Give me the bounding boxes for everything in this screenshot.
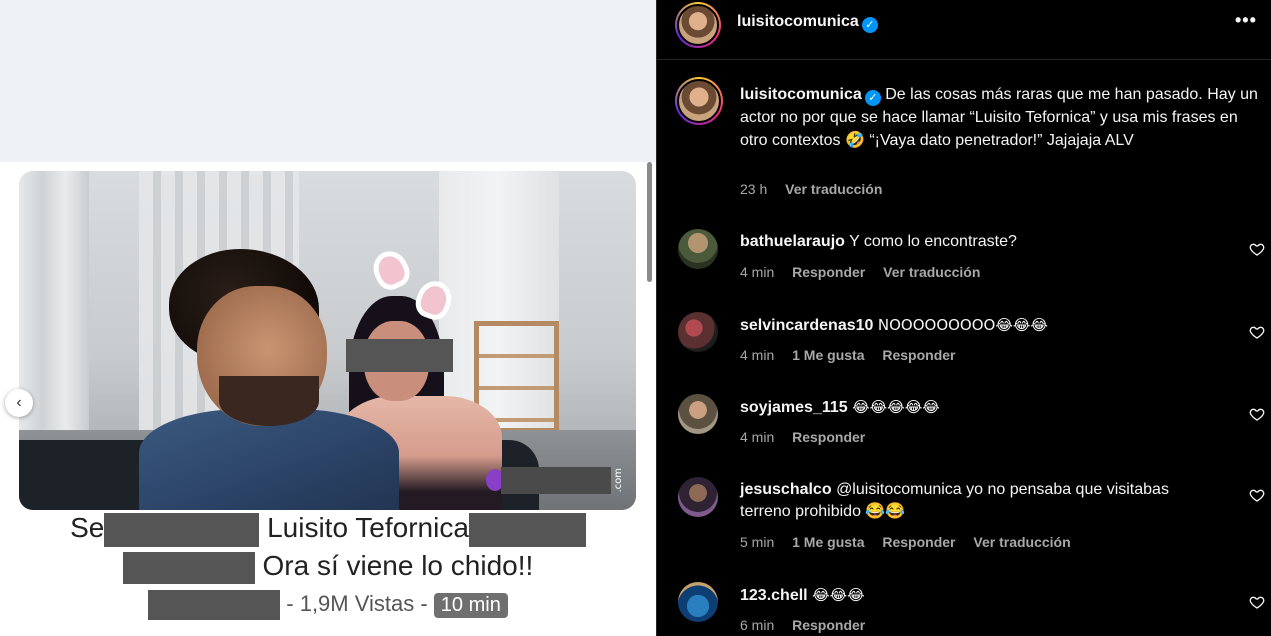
prev-slide-button[interactable]: ‹ (5, 389, 33, 417)
post-header: luisitocomunica ✓ ••• (657, 0, 1271, 60)
bunny-ear (367, 245, 415, 295)
comment-text: bathuelaraujo Y como lo encontraste? (740, 233, 1017, 250)
more-options-icon[interactable]: ••• (1235, 10, 1257, 31)
reply-button[interactable]: Responder (792, 264, 865, 280)
redaction (122, 551, 255, 584)
comment-meta: 4 min 1 Me gusta Responder (740, 347, 970, 363)
commenter-avatar[interactable] (678, 477, 718, 517)
commenter-name[interactable]: bathuelaraujo (740, 233, 845, 250)
reply-button[interactable]: Responder (882, 347, 955, 363)
heart-outline-icon[interactable] (1249, 241, 1265, 257)
comment-text: soyjames_115 😂😂😂😂😂 (740, 398, 940, 416)
reply-button[interactable]: Responder (882, 534, 955, 550)
author-avatar[interactable] (675, 2, 721, 48)
comment-item: bathuelaraujo Y como lo encontraste? 4 m… (657, 229, 1271, 309)
verified-badge-icon: ✓ (864, 90, 881, 106)
commenter-name[interactable]: 123.chell (740, 587, 808, 604)
commenter-avatar[interactable] (678, 312, 718, 352)
commenter-avatar[interactable] (678, 229, 718, 269)
redaction (468, 512, 586, 547)
comments-panel: luisitocomunica ✓ ••• luisitocomunica ✓ De… (656, 0, 1271, 636)
comment-time: 4 min (740, 429, 775, 445)
video-title-line-2: Ora sí viene lo chido!! (0, 550, 656, 584)
caption-meta: 23 h Ver traducción (740, 181, 896, 197)
translate-link[interactable]: Ver traducción (883, 264, 980, 280)
comment-meta: 6 min Responder (740, 617, 879, 633)
comment-time: 5 min (740, 534, 775, 550)
comment-item: jesuschalco @luisitocomunica yo no pensa… (657, 477, 1271, 567)
caption-username[interactable]: luisitocomunica (740, 86, 862, 103)
comment-item: soyjames_115 😂😂😂😂😂 4 min Responder (657, 394, 1271, 474)
duration-badge: 10 min (433, 592, 508, 618)
video-stats: - 1,9M Vistas - 10 min (0, 590, 656, 620)
commenter-name[interactable]: soyjames_115 (740, 399, 848, 416)
comment-meta: 4 min Responder Ver traducción (740, 264, 994, 280)
commenter-name[interactable]: selvincardenas10 (740, 317, 873, 334)
censor-bar (346, 339, 453, 372)
verified-badge-icon: ✓ (861, 17, 878, 33)
comment-item: selvincardenas10 NOOOOOOOOO😂😂😂 4 min 1 M… (657, 312, 1271, 392)
comment-item: 123.chell 😂😂😂 6 min Responder (657, 582, 1271, 636)
translate-link[interactable]: Ver traducción (973, 534, 1070, 550)
post-image: .com (19, 171, 636, 510)
commenter-name[interactable]: jesuschalco (740, 481, 832, 498)
comment-time: 4 min (740, 264, 775, 280)
comment-text: selvincardenas10 NOOOOOOOOO😂😂😂 (740, 316, 1048, 334)
author-name[interactable]: luisitocomunica ✓ (737, 13, 878, 33)
scrollbar[interactable] (647, 162, 652, 282)
heart-outline-icon[interactable] (1249, 406, 1265, 422)
censor-bar (501, 467, 611, 494)
author-avatar[interactable] (675, 77, 723, 125)
comment-text: 123.chell 😂😂😂 (740, 586, 865, 604)
comment-meta: 4 min Responder (740, 429, 879, 445)
comment-time: 6 min (740, 617, 775, 633)
caption-text: luisitocomunica ✓ De las cosas más raras … (740, 83, 1260, 152)
translate-link[interactable]: Ver traducción (785, 181, 882, 197)
reply-button[interactable]: Responder (792, 429, 865, 445)
commenter-avatar[interactable] (678, 582, 718, 622)
redaction (148, 590, 281, 620)
reply-button[interactable]: Responder (792, 617, 865, 633)
redaction (104, 512, 260, 547)
comment-time: 4 min (740, 347, 775, 363)
video-title-line-1: Se Luisito Tefornica (0, 512, 656, 547)
post-time: 23 h (740, 181, 768, 197)
likes-count[interactable]: 1 Me gusta (792, 347, 864, 363)
watermark-text: .com (613, 468, 624, 493)
comment-meta: 5 min 1 Me gusta Responder Ver traducció… (740, 534, 1085, 550)
commenter-avatar[interactable] (678, 394, 718, 434)
comment-text: jesuschalco @luisitocomunica yo no pensa… (740, 481, 1169, 520)
media-top-area (0, 0, 656, 162)
post-media: .com ‹ Se Luisito Tefornica Ora sí viene… (0, 0, 656, 636)
heart-outline-icon[interactable] (1249, 487, 1265, 503)
likes-count[interactable]: 1 Me gusta (792, 534, 864, 550)
heart-outline-icon[interactable] (1249, 594, 1265, 610)
heart-outline-icon[interactable] (1249, 324, 1265, 340)
chevron-left-icon: ‹ (16, 394, 22, 411)
